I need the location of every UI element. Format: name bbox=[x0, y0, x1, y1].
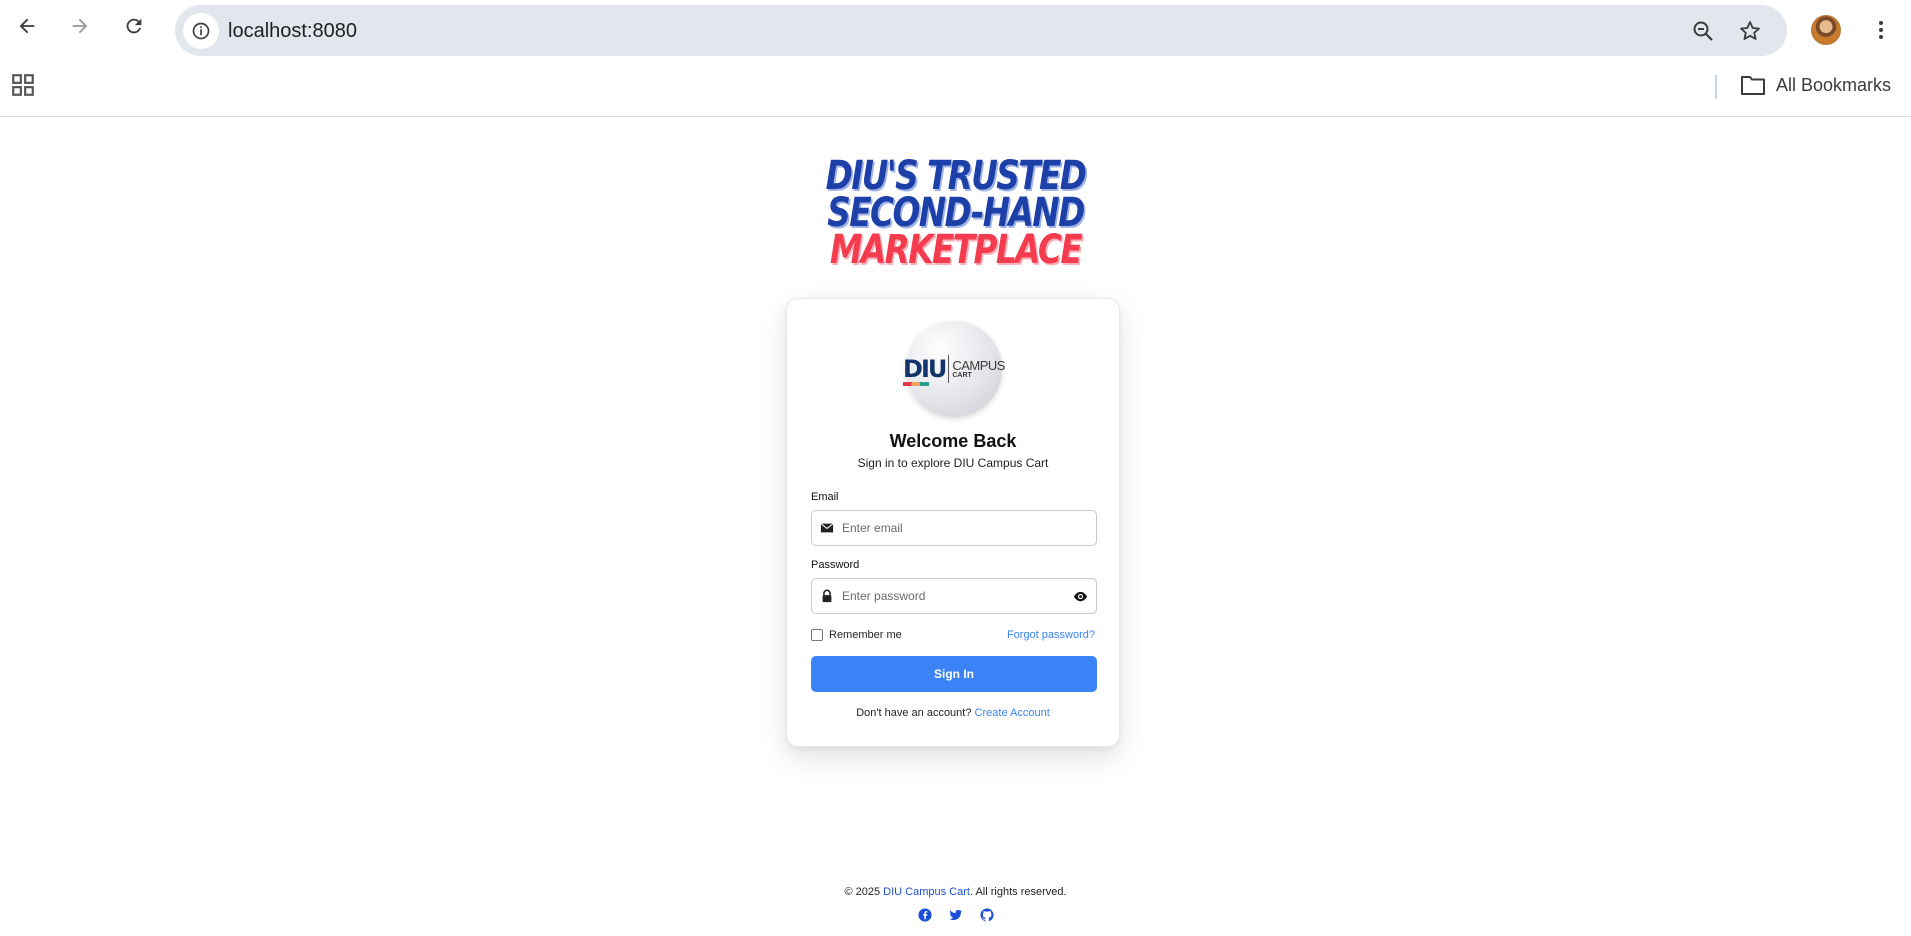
signup-prompt: Don't have an account? Create Account bbox=[787, 707, 1119, 719]
login-title: Welcome Back bbox=[889, 431, 1017, 451]
password-label: Password bbox=[811, 559, 860, 571]
star-icon bbox=[1740, 21, 1760, 40]
twitter-icon[interactable] bbox=[949, 908, 963, 922]
social-links bbox=[0, 908, 1911, 922]
lock-icon bbox=[822, 589, 832, 603]
login-subtitle: Sign in to explore DIU Campus Cart bbox=[857, 456, 1049, 470]
copyright-prefix: © 2025 bbox=[844, 886, 881, 898]
password-field[interactable] bbox=[811, 578, 1097, 614]
zoom-button[interactable] bbox=[1689, 17, 1717, 45]
browser-toolbar: localhost:8080 bbox=[0, 0, 1911, 60]
logo-mark: DIU bbox=[903, 357, 947, 386]
campus-cart-logo: DIU CAMPUS CART bbox=[903, 321, 1005, 417]
logo-word-campus: CAMPUS bbox=[952, 358, 1005, 373]
address-bar[interactable]: localhost:8080 bbox=[175, 5, 1787, 56]
all-bookmarks-label: All Bookmarks bbox=[1776, 74, 1892, 95]
footer-copyright: © 2025 DIU Campus Cart. All rights reser… bbox=[0, 886, 1911, 898]
zoom-out-icon bbox=[1693, 21, 1713, 41]
bookmark-star-button[interactable] bbox=[1736, 17, 1764, 45]
sign-in-button[interactable]: Sign In bbox=[811, 656, 1097, 692]
arrow-right-icon bbox=[72, 18, 88, 34]
envelope-icon bbox=[820, 523, 834, 533]
site-info-button[interactable] bbox=[183, 13, 219, 49]
email-field[interactable] bbox=[811, 510, 1097, 546]
arrow-left-icon bbox=[19, 18, 35, 34]
more-vert-icon bbox=[1879, 21, 1883, 39]
remember-me-checkbox[interactable] bbox=[811, 629, 823, 641]
copyright-suffix: . All rights reserved. bbox=[969, 886, 1067, 898]
folder-icon bbox=[1741, 76, 1765, 95]
hero-title: DIU'S TRUSTED SECOND-HAND MARKETPLACE bbox=[172, 156, 1739, 273]
page-content: DIU'S TRUSTED SECOND-HAND MARKETPLACE DI… bbox=[0, 118, 1911, 936]
browser-menu-button[interactable] bbox=[1866, 15, 1896, 45]
footer-brand-link[interactable]: DIU Campus Cart bbox=[883, 886, 970, 898]
email-label: Email bbox=[811, 491, 839, 503]
eye-icon[interactable] bbox=[1073, 589, 1088, 604]
remember-me-label: Remember me bbox=[829, 629, 902, 641]
url-text[interactable]: localhost:8080 bbox=[228, 20, 357, 43]
hero-line-3: MARKETPLACE bbox=[829, 227, 1083, 273]
logo-word-cart: CART bbox=[952, 372, 972, 379]
reload-icon bbox=[126, 18, 142, 34]
profile-avatar[interactable] bbox=[1811, 15, 1841, 45]
forward-button[interactable] bbox=[65, 11, 95, 41]
info-icon bbox=[192, 22, 210, 40]
all-bookmarks-button[interactable]: All Bookmarks bbox=[1740, 71, 1891, 99]
login-card: DIU CAMPUS CART Welcome Back Sign in to … bbox=[786, 298, 1120, 747]
reload-button[interactable] bbox=[119, 11, 149, 41]
facebook-icon[interactable] bbox=[917, 908, 932, 922]
remember-me[interactable]: Remember me bbox=[811, 629, 902, 641]
bookmarks-bar: All Bookmarks bbox=[0, 60, 1911, 117]
bookmarks-divider bbox=[1715, 75, 1717, 99]
email-input[interactable] bbox=[842, 511, 1068, 545]
create-account-link[interactable]: Create Account bbox=[975, 707, 1050, 719]
back-button[interactable] bbox=[12, 11, 42, 41]
password-input[interactable] bbox=[842, 579, 1068, 613]
forgot-password-link[interactable]: Forgot password? bbox=[1007, 629, 1095, 641]
github-icon[interactable] bbox=[979, 908, 994, 922]
apps-grid-icon[interactable] bbox=[10, 72, 36, 98]
no-account-text: Don't have an account? bbox=[856, 707, 972, 719]
